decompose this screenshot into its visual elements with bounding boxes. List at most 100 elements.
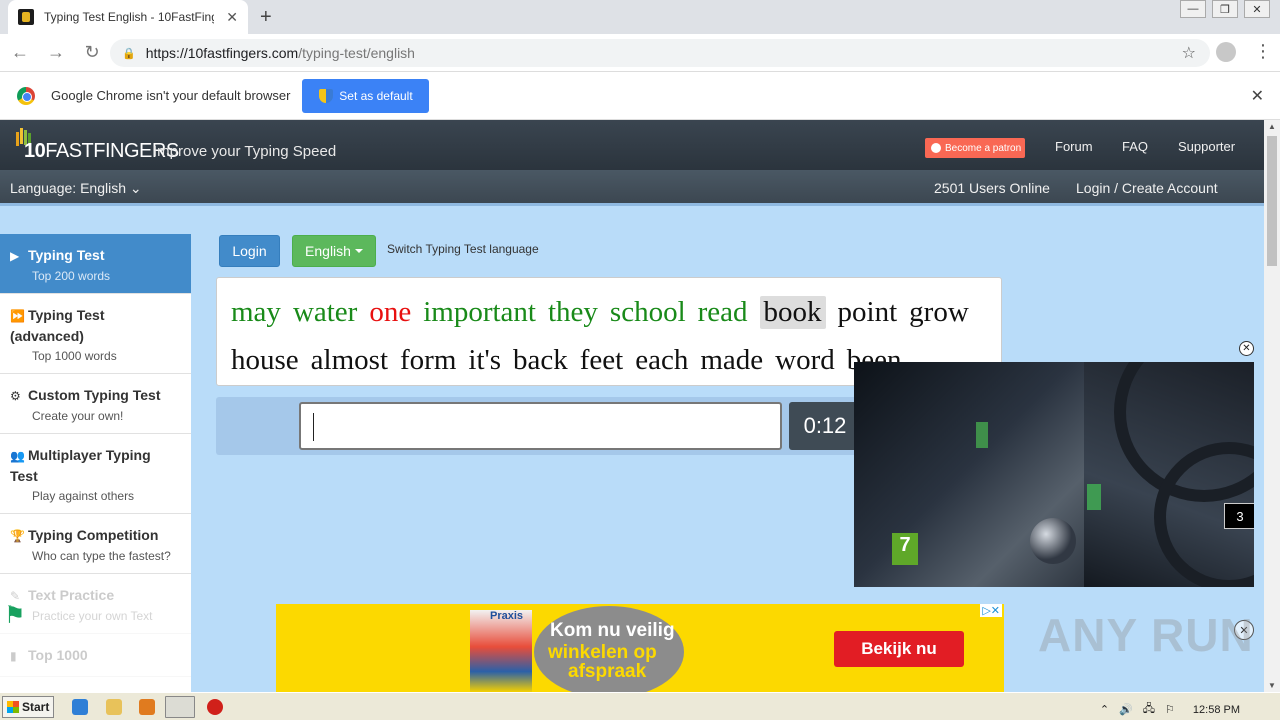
word-correct: may: [231, 295, 281, 328]
sidebar-item-competition[interactable]: 🏆 Typing Competition Who can type the fas…: [0, 514, 191, 574]
word-pending: word: [775, 343, 835, 376]
set-as-default-label: Set as default: [339, 88, 413, 103]
word-pending: made: [700, 343, 764, 376]
bars-icon: ▮: [10, 649, 17, 663]
ad-headline-1: Kom nu veilig: [550, 620, 675, 641]
network-icon[interactable]: 🖧: [1143, 700, 1155, 719]
ad-cta-button[interactable]: Bekijk nu: [834, 631, 964, 667]
word-correct: read: [697, 295, 748, 328]
video-countdown: 3: [1224, 503, 1254, 529]
site-header: 10FASTFINGERS Improve your Typing Speed …: [0, 120, 1264, 170]
lock-icon[interactable]: 🔒: [122, 47, 136, 60]
nav-forum-link[interactable]: Forum: [1055, 139, 1093, 154]
chrome-taskbar-button[interactable]: [165, 696, 195, 718]
scroll-up-icon[interactable]: ▲: [1268, 122, 1276, 131]
window-controls: — ❐ ✕: [1180, 0, 1270, 18]
scroll-down-icon[interactable]: ▼: [1268, 681, 1276, 690]
url-path: /typing-test/english: [298, 45, 415, 61]
login-button[interactable]: Login: [219, 235, 280, 267]
address-bar[interactable]: 🔒 https://10fastfingers.com /typing-test…: [110, 39, 1210, 67]
become-patron-button[interactable]: Become a patron: [925, 138, 1025, 158]
forward-icon[interactable]: →: [40, 42, 72, 63]
sidebar-item-multiplayer[interactable]: 👥 Multiplayer Typing Test Play against ot…: [0, 434, 191, 514]
explorer-icon[interactable]: [106, 699, 122, 715]
green-site-logo-icon[interactable]: ⚑: [4, 604, 26, 628]
bookmark-star-icon[interactable]: ☆: [1182, 43, 1196, 63]
custom-icon: ⚙: [10, 389, 21, 403]
sidebar-item-typing-test[interactable]: ▶ Typing Test Top 200 words: [0, 234, 191, 294]
adchoices-icon[interactable]: ▷✕: [980, 604, 1002, 617]
new-tab-button[interactable]: +: [260, 6, 272, 29]
word-pending: form: [400, 343, 457, 376]
back-icon[interactable]: ←: [4, 42, 36, 63]
word-pending: feet: [579, 343, 624, 376]
start-button[interactable]: Start: [2, 696, 54, 718]
pegi-rating-badge: 7: [892, 533, 918, 565]
nav-supporter-link[interactable]: Supporter: [1178, 139, 1235, 154]
volume-icon[interactable]: 🔊: [1119, 703, 1133, 716]
language-select-button[interactable]: English: [292, 235, 376, 267]
text-cursor: [313, 413, 314, 441]
system-tray: ⌃ 🔊 🖧 ⚐ 12:58 PM: [1100, 700, 1240, 719]
timer: 0:12: [789, 402, 861, 450]
browser-tab[interactable]: Typing Test English - 10FastFingers ✕: [8, 0, 248, 34]
reload-icon[interactable]: ↻: [76, 42, 108, 63]
set-as-default-button[interactable]: Set as default: [302, 78, 430, 113]
site-subheader: Language: English ⌄ 2501 Users Online Lo…: [0, 170, 1264, 206]
site-favicon: [18, 9, 34, 25]
video-robot: [1030, 518, 1076, 564]
word-correct: school: [609, 295, 686, 328]
default-browser-infobar: Google Chrome isn't your default browser…: [0, 72, 1280, 120]
minimize-icon[interactable]: —: [1180, 0, 1206, 18]
infobar-close-icon[interactable]: ✕: [1251, 86, 1264, 106]
browser-toolbar: ← → ↻ 🔒 https://10fastfingers.com /typin…: [0, 34, 1280, 72]
typing-input[interactable]: [299, 402, 782, 450]
ad-headline-3: afspraak: [568, 661, 647, 682]
sidebar-item-top-1000[interactable]: ▮ Top 1000: [0, 634, 191, 677]
caret-down-icon: [354, 249, 363, 253]
sidebar-item-typing-test-advanced[interactable]: ⏩ Typing Test (advanced) Top 1000 words: [0, 294, 191, 374]
flag-icon[interactable]: ⚐: [1165, 703, 1175, 716]
video-screen: [976, 422, 988, 448]
site-tagline: Improve your Typing Speed: [153, 143, 337, 160]
taskbar-clock: 12:58 PM: [1192, 703, 1240, 716]
word-pending: almost: [310, 343, 389, 376]
security-app-icon[interactable]: [207, 699, 223, 715]
ie-icon[interactable]: [72, 699, 88, 715]
anyrun-watermark: ANY RUN: [1038, 609, 1254, 661]
sidebar-item-custom-typing-test[interactable]: ⚙ Custom Typing Test Create your own!: [0, 374, 191, 434]
video-screen: [1087, 484, 1101, 510]
trophy-icon: 🏆: [10, 529, 25, 543]
windows-logo-icon: [7, 701, 19, 713]
ad-magazine-label: Praxis: [490, 610, 524, 622]
login-create-link[interactable]: Login / Create Account: [1076, 180, 1218, 196]
windows-taskbar: Start ⌃ 🔊 🖧 ⚐ 12:58 PM: [0, 692, 1280, 720]
site-logo[interactable]: 10FASTFINGERS: [10, 128, 179, 164]
media-player-icon[interactable]: [139, 699, 155, 715]
word-correct: they: [547, 295, 598, 328]
word-correct: water: [292, 295, 358, 328]
restore-icon[interactable]: ❐: [1212, 0, 1238, 18]
window-close-icon[interactable]: ✕: [1244, 0, 1270, 18]
words-line-1: may water one important they school read book po…: [231, 288, 987, 336]
patreon-icon: [931, 143, 941, 153]
chrome-menu-icon[interactable]: ⋮: [1254, 41, 1272, 62]
tray-expand-icon[interactable]: ⌃: [1100, 703, 1109, 716]
nav-faq-link[interactable]: FAQ: [1122, 139, 1148, 154]
word-current: book: [759, 295, 826, 329]
video-player[interactable]: 7 3: [854, 362, 1254, 587]
sidebar-item-text-practice[interactable]: ✎ Text Practice Practice your own Text: [0, 574, 191, 634]
profile-avatar-icon[interactable]: [1216, 42, 1236, 62]
video-close-icon[interactable]: ✕: [1239, 341, 1254, 356]
banner-ad[interactable]: Praxis Kom nu veilig winkelen op afspraa…: [276, 604, 1004, 692]
ad-magazine-image: [470, 610, 532, 692]
page-scrollbar[interactable]: ▲ ▼: [1264, 120, 1280, 692]
word-pending: it's: [468, 343, 502, 376]
scrollbar-thumb[interactable]: [1267, 136, 1277, 266]
word-correct: important: [423, 295, 536, 328]
chevron-down-icon: ⌄: [129, 180, 142, 196]
word-pending: back: [513, 343, 568, 376]
language-dropdown[interactable]: Language: English ⌄: [10, 180, 142, 197]
tab-strip: Typing Test English - 10FastFingers ✕ + …: [0, 0, 1280, 34]
tab-close-icon[interactable]: ✕: [226, 9, 238, 26]
